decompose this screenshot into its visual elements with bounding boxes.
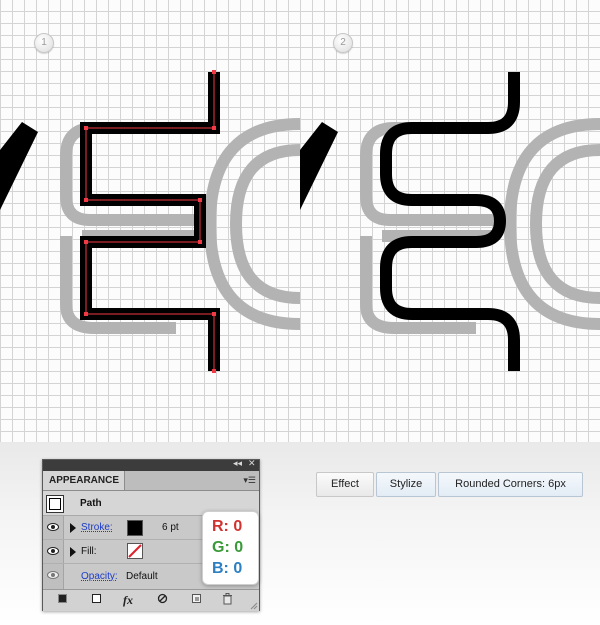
panel-tab-row: APPEARANCE ▾☰ (43, 471, 259, 491)
clear-appearance-icon[interactable] (157, 593, 168, 608)
eye-icon[interactable] (47, 570, 59, 580)
eye-icon[interactable] (47, 522, 59, 532)
opacity-visibility[interactable] (43, 564, 64, 589)
rgb-red-line: R: 0 (212, 518, 242, 536)
stroke-label[interactable]: Stroke: (81, 522, 113, 533)
no-fill-swatch-icon[interactable] (127, 543, 143, 559)
rgb-blue-line: B: 0 (212, 560, 242, 578)
object-type-label: Path (80, 498, 102, 509)
ghost-letter-c-inner (230, 144, 301, 304)
fx-icon[interactable]: fx (123, 593, 133, 607)
resize-grip-icon[interactable] (250, 602, 258, 610)
stroke-visibility[interactable] (43, 516, 64, 539)
opacity-label[interactable]: Opacity: (81, 571, 118, 582)
opacity-value: Default (126, 571, 158, 582)
menu-effect-button[interactable]: Effect (316, 472, 374, 497)
blue-value: 0 (233, 560, 243, 577)
collapse-icon[interactable]: ◂◂ (233, 458, 242, 469)
panel-menu-icon[interactable]: ▾☰ (243, 474, 256, 486)
green-value: 0 (234, 539, 244, 556)
letter-v-stroke (0, 122, 38, 210)
step-1-artwork (0, 70, 301, 373)
step-1-badge: 1 (34, 33, 54, 53)
menu-stylize-button[interactable]: Stylize (376, 472, 436, 497)
fill-visibility[interactable] (43, 540, 64, 563)
delete-item-icon[interactable] (222, 593, 233, 609)
path-thumbnail-icon (46, 495, 64, 513)
rgb-value-callout: R: 0 G: 0 B: 0 (202, 511, 259, 585)
panel-title-bar[interactable]: ◂◂ ✕ (43, 458, 259, 471)
duplicate-item-icon[interactable] (191, 593, 202, 608)
add-stroke-icon[interactable] (91, 593, 102, 608)
eye-icon[interactable] (47, 546, 59, 556)
step-2-artwork (300, 72, 600, 371)
green-label: G: (212, 539, 230, 556)
expand-triangle-icon[interactable] (70, 523, 76, 533)
artboard-canvas[interactable]: 1 2 (0, 0, 600, 442)
stroke-weight-value[interactable]: 6 pt (162, 522, 179, 533)
artwork (0, 70, 600, 373)
panel-footer: fx (43, 589, 259, 611)
ghost-letter-c-inner-2 (530, 144, 600, 304)
new-art-icon[interactable] (57, 593, 68, 608)
rgb-green-line: G: 0 (212, 539, 243, 557)
menu-rounded-corners-button[interactable]: Rounded Corners: 6px (438, 472, 583, 497)
expand-triangle-icon[interactable] (70, 547, 76, 557)
fill-label: Fill: (81, 546, 97, 557)
tab-appearance[interactable]: APPEARANCE (43, 471, 125, 490)
step-2-badge: 2 (333, 33, 353, 53)
stroke-color-swatch[interactable] (127, 520, 143, 536)
blue-label: B: (212, 560, 229, 577)
red-value: 0 (233, 518, 243, 535)
red-label: R: (212, 518, 229, 535)
close-icon[interactable]: ✕ (248, 458, 256, 469)
letter-v-stroke-2 (300, 122, 338, 210)
